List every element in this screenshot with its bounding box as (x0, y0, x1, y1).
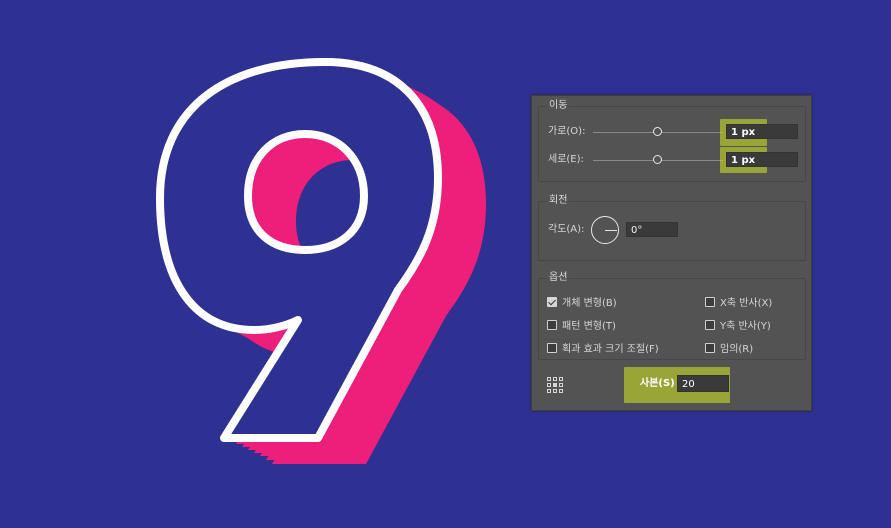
angle-input[interactable]: 0° (626, 222, 678, 237)
angle-dial-icon[interactable] (591, 216, 619, 244)
reflect-x-label: X축 반사(X) (720, 298, 773, 309)
rotate-group: 회전 각도(A): 0° (538, 195, 806, 261)
vertical-input[interactable]: 1 px (726, 152, 798, 167)
reflect-y-checkbox[interactable]: Y축 반사(Y) (705, 317, 771, 332)
rotate-legend: 회전 (547, 195, 570, 207)
random-checkbox[interactable]: 임의(R) (705, 340, 753, 355)
vertical-slider-thumb[interactable] (653, 155, 662, 164)
move-legend: 이동 (547, 100, 570, 112)
transform-patterns-box[interactable] (547, 319, 557, 330)
transform-objects-label: 개체 변형(B) (562, 298, 617, 309)
reference-point-grid-icon[interactable] (547, 377, 563, 393)
horizontal-slider-thumb[interactable] (653, 127, 662, 136)
copies-value: 20 (682, 379, 695, 390)
vertical-value: 1 px (731, 155, 756, 166)
horizontal-input[interactable]: 1 px (726, 124, 798, 139)
transform-objects-box[interactable] (547, 296, 557, 307)
reflect-x-checkbox[interactable]: X축 반사(X) (705, 294, 772, 309)
scale-strokes-checkbox[interactable]: 획과 효과 크기 조절(F) (547, 340, 659, 355)
random-box[interactable] (705, 342, 715, 353)
horizontal-label: 가로(O): (548, 126, 586, 137)
vertical-label: 세로(E): (548, 154, 584, 165)
transform-panel: 이동 가로(O): 1 px 세로(E): 1 px 회전 각도(A): 0° … (531, 95, 812, 411)
copies-label: 사본(S) (640, 378, 675, 389)
transform-objects-checkbox[interactable]: 개체 변형(B) (547, 294, 617, 309)
move-group: 이동 가로(O): 1 px 세로(E): 1 px (538, 100, 806, 182)
angle-label: 각도(A): (548, 224, 585, 235)
scale-strokes-box[interactable] (547, 342, 557, 353)
options-legend: 옵션 (547, 272, 570, 284)
reflect-y-label: Y축 반사(Y) (720, 321, 771, 332)
horizontal-value: 1 px (731, 127, 756, 138)
angle-value: 0° (631, 225, 643, 236)
random-label: 임의(R) (720, 344, 754, 355)
copies-input[interactable]: 20 (677, 375, 729, 392)
options-group: 옵션 개체 변형(B) 패턴 변형(T) 획과 효과 크기 조절(F) X축 반… (538, 272, 806, 360)
reflect-x-box[interactable] (705, 296, 715, 307)
reflect-y-box[interactable] (705, 319, 715, 330)
transform-patterns-checkbox[interactable]: 패턴 변형(T) (547, 317, 616, 332)
scale-strokes-label: 획과 효과 크기 조절(F) (562, 344, 659, 355)
transform-patterns-label: 패턴 변형(T) (562, 321, 616, 332)
